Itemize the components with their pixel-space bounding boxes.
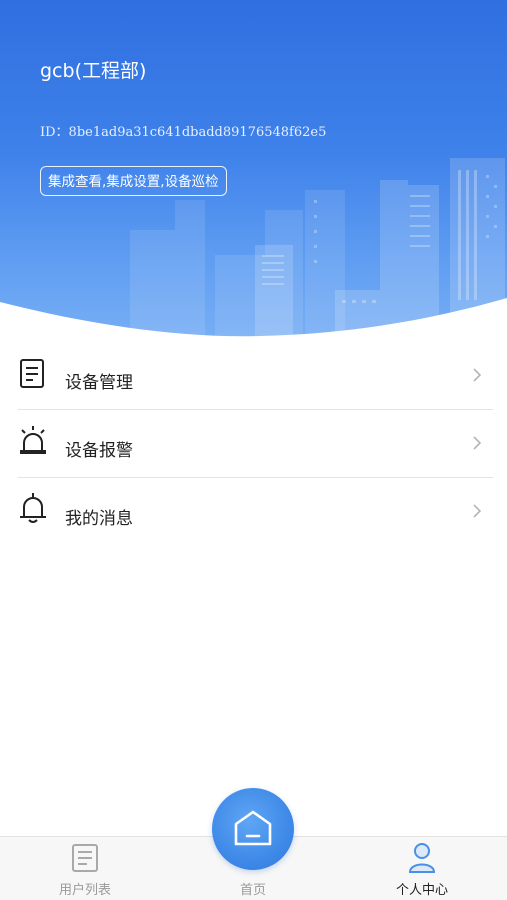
user-id: ID：8be1ad9a31c641dbadd89176548f62e5 xyxy=(40,125,327,140)
profile-menu: 设备管理 设备报警 我的消息 xyxy=(18,342,493,545)
profile-page: gcb(工程部) ID：8be1ad9a31c641dbadd89176548f… xyxy=(0,0,507,900)
chevron-right-icon xyxy=(473,504,482,518)
home-icon xyxy=(234,810,272,846)
profile-header: gcb(工程部) ID：8be1ad9a31c641dbadd89176548f… xyxy=(0,0,507,345)
permissions-badge: 集成查看,集成设置,设备巡检 xyxy=(40,166,227,196)
header-wave xyxy=(0,298,507,345)
menu-item-my-messages[interactable]: 我的消息 xyxy=(18,478,493,545)
document-icon xyxy=(72,844,98,872)
tab-label-user-list: 用户列表 xyxy=(58,883,111,898)
menu-item-device-management[interactable]: 设备管理 xyxy=(18,342,493,410)
person-icon xyxy=(408,843,436,873)
menu-label-device-management: 设备管理 xyxy=(65,373,133,393)
menu-item-device-alarm[interactable]: 设备报警 xyxy=(18,410,493,478)
menu-label-my-messages: 我的消息 xyxy=(65,509,133,529)
menu-label-device-alarm: 设备报警 xyxy=(65,441,133,461)
tab-label-home: 首页 xyxy=(239,883,266,898)
tab-user-list[interactable]: 用户列表 xyxy=(40,837,130,900)
home-floating-button[interactable] xyxy=(212,788,294,870)
tab-label-personal-center: 个人中心 xyxy=(395,883,448,898)
bell-icon xyxy=(20,493,46,523)
username: gcb(工程部) xyxy=(40,60,147,82)
clipboard-icon xyxy=(20,359,44,388)
chevron-right-icon xyxy=(473,436,482,450)
tab-personal-center[interactable]: 个人中心 xyxy=(377,837,467,900)
chevron-right-icon xyxy=(473,368,482,382)
alarm-light-icon xyxy=(20,426,46,454)
